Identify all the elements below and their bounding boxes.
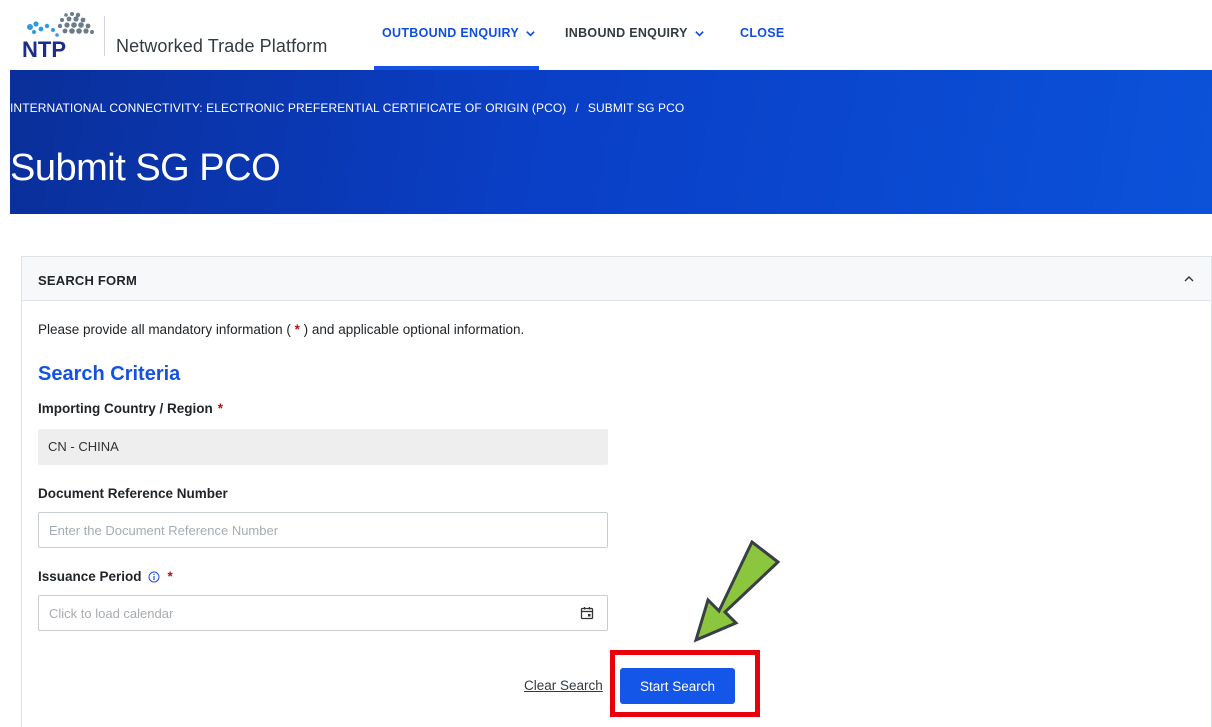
arrow-down-left-icon <box>693 540 781 643</box>
issuance-period-input[interactable] <box>38 595 608 631</box>
page-title: Submit SG PCO <box>10 147 281 189</box>
chevron-down-icon <box>526 30 535 37</box>
nav-close[interactable]: CLOSE <box>740 26 785 40</box>
period-label-text: Issuance Period <box>38 569 142 584</box>
docref-label: Document Reference Number <box>38 486 228 501</box>
chevron-up-icon[interactable] <box>1183 273 1195 285</box>
required-star: * <box>294 322 300 337</box>
svg-text:NTP: NTP <box>22 37 66 59</box>
ntp-logo[interactable]: NTP <box>22 11 100 59</box>
nav-inbound-label: INBOUND ENQUIRY <box>565 26 688 40</box>
highlight-box <box>610 650 760 717</box>
clear-search-link[interactable]: Clear Search <box>524 678 603 693</box>
page-banner: INTERNATIONAL CONNECTIVITY: ELECTRONIC P… <box>10 70 1212 214</box>
country-label: Importing Country / Region * <box>38 401 223 416</box>
top-navigation: NTP Networked Trade Platform OUTBOUND EN… <box>0 0 1212 70</box>
form-instructions: Please provide all mandatory information… <box>38 322 524 337</box>
search-form-header[interactable]: SEARCH FORM <box>22 257 1211 301</box>
nav-inbound-enquiry[interactable]: INBOUND ENQUIRY <box>565 26 705 40</box>
logo-divider <box>104 16 105 56</box>
calendar-icon[interactable] <box>580 606 594 620</box>
info-icon[interactable] <box>148 571 160 583</box>
country-label-text: Importing Country / Region <box>38 401 213 416</box>
brand-name: Networked Trade Platform <box>116 36 328 56</box>
nav-close-label: CLOSE <box>740 26 785 40</box>
importing-country-value: CN - CHINA <box>38 429 608 465</box>
document-reference-input[interactable] <box>38 512 608 548</box>
section-title: Search Criteria <box>38 363 181 385</box>
instructions-after: ) and applicable optional information. <box>303 322 525 337</box>
required-star: * <box>217 401 224 416</box>
breadcrumb-current: SUBMIT SG PCO <box>587 101 685 115</box>
chevron-down-icon <box>695 30 704 37</box>
period-label: Issuance Period * <box>38 569 173 584</box>
search-form-title: SEARCH FORM <box>38 273 137 288</box>
instructions-before: Please provide all mandatory information… <box>38 322 291 337</box>
breadcrumb-parent[interactable]: INTERNATIONAL CONNECTIVITY: ELECTRONIC P… <box>10 101 566 115</box>
required-star: * <box>167 569 173 584</box>
breadcrumb-separator: / <box>575 101 579 115</box>
breadcrumb: INTERNATIONAL CONNECTIVITY: ELECTRONIC P… <box>10 101 684 115</box>
nav-outbound-label: OUTBOUND ENQUIRY <box>382 26 519 40</box>
nav-outbound-enquiry[interactable]: OUTBOUND ENQUIRY <box>382 26 536 40</box>
